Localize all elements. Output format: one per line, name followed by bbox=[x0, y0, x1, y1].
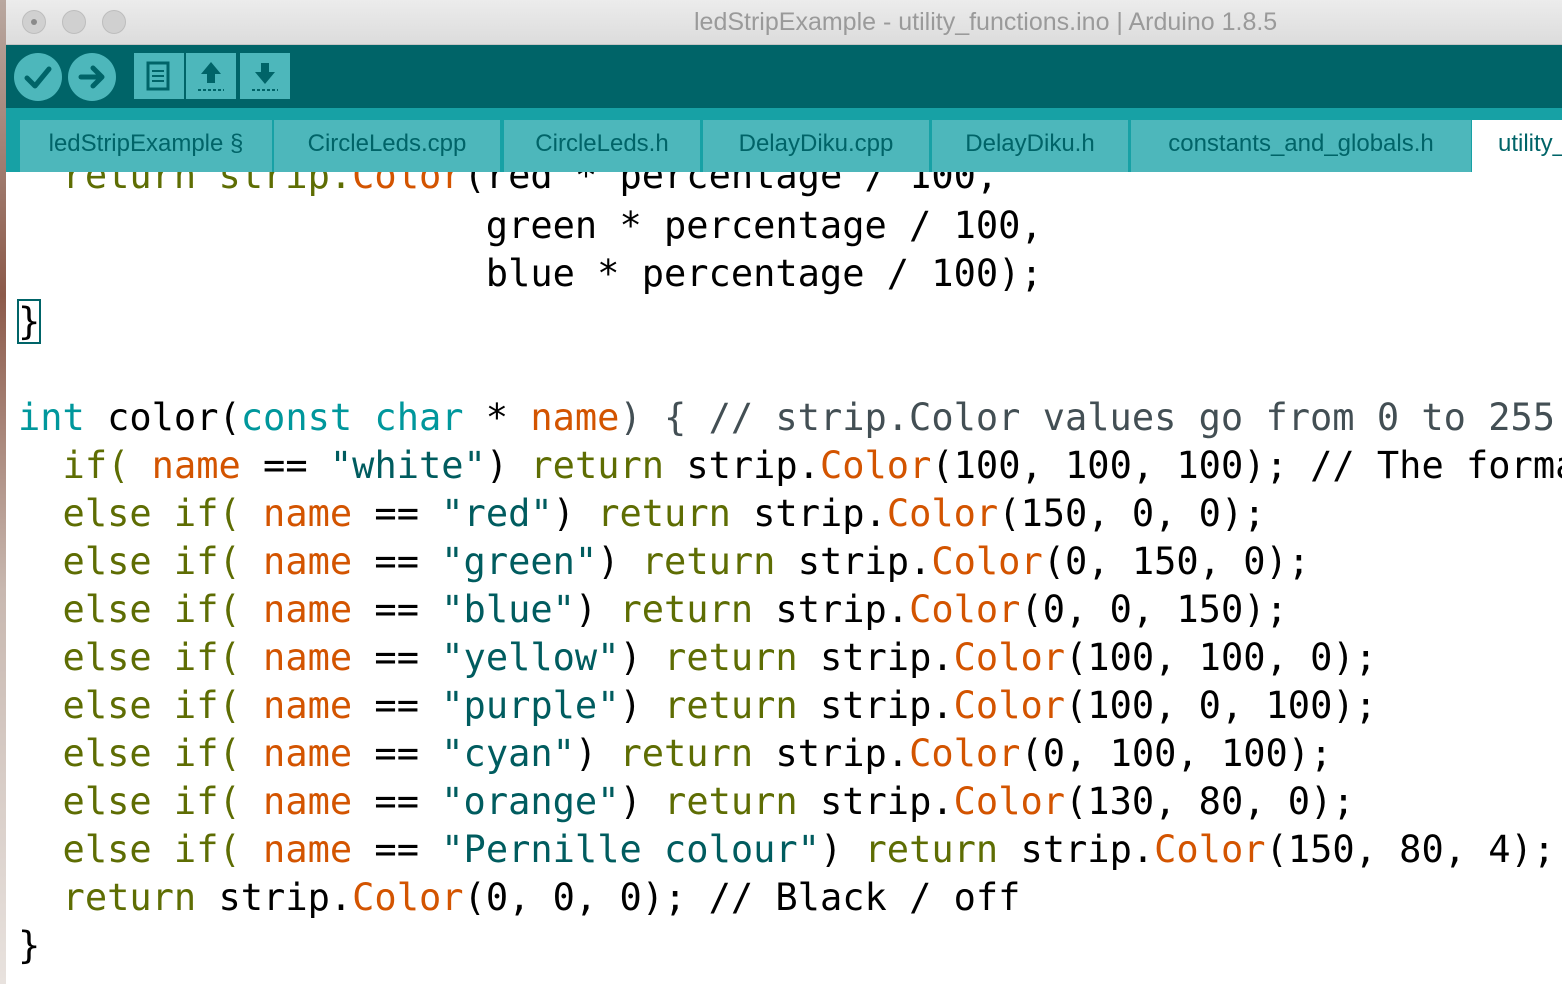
code-line: blue * percentage / 100); bbox=[18, 252, 1043, 295]
code-line: else if( name == "red") return strip.Col… bbox=[18, 492, 1266, 535]
tab-ledstripexample[interactable]: ledStripExample § bbox=[20, 120, 272, 172]
code-line: return strip.Color(0, 0, 0); // Black / … bbox=[18, 876, 1021, 919]
arrow-right-icon bbox=[78, 65, 105, 89]
code-line: green * percentage / 100, bbox=[18, 204, 1043, 247]
tab-circleleds-h[interactable]: CircleLeds.h bbox=[504, 120, 700, 172]
code-line: if( name == "white") return strip.Color(… bbox=[18, 444, 1562, 487]
new-sketch-button[interactable] bbox=[134, 53, 184, 99]
code-line: else if( name == "blue") return strip.Co… bbox=[18, 588, 1288, 631]
open-sketch-button[interactable] bbox=[186, 53, 236, 99]
check-icon bbox=[24, 66, 52, 89]
tab-bar: ledStripExample § CircleLeds.cpp CircleL… bbox=[6, 108, 1562, 172]
code-line: else if( name == "cyan") return strip.Co… bbox=[18, 732, 1333, 775]
verify-button[interactable] bbox=[14, 53, 62, 101]
code-line: else if( name == "green") return strip.C… bbox=[18, 540, 1311, 583]
tab-delaydiku-cpp[interactable]: DelayDiku.cpp bbox=[703, 120, 929, 172]
code-line: else if( name == "yellow") return strip.… bbox=[18, 636, 1377, 679]
code-line: } bbox=[16, 298, 42, 346]
code-line: else if( name == "purple") return strip.… bbox=[18, 684, 1377, 727]
code-editor[interactable]: return strip.Color(red * percentage / 10… bbox=[6, 172, 1562, 984]
code-line: else if( name == "Pernille colour") retu… bbox=[18, 828, 1556, 871]
code-line: return strip.Color(red * percentage / 10… bbox=[18, 172, 999, 197]
upload-button[interactable] bbox=[68, 53, 116, 101]
save-sketch-button[interactable] bbox=[240, 53, 290, 99]
tab-utility-functions[interactable]: utility_ bbox=[1472, 120, 1562, 172]
window-title: ledStripExample - utility_functions.ino … bbox=[694, 8, 1278, 36]
tab-delaydiku-h[interactable]: DelayDiku.h bbox=[932, 120, 1128, 172]
toolbar bbox=[6, 45, 1562, 108]
arrow-down-icon bbox=[252, 63, 278, 91]
tab-circleleds-cpp[interactable]: CircleLeds.cpp bbox=[274, 120, 500, 172]
matching-brace: } bbox=[16, 299, 42, 344]
title-bar: ledStripExample - utility_functions.ino … bbox=[6, 0, 1562, 45]
arrow-up-icon bbox=[198, 62, 224, 91]
new-file-icon bbox=[146, 61, 170, 91]
code-line: } bbox=[18, 924, 41, 967]
tab-constants-and-globals-h[interactable]: constants_and_globals.h bbox=[1131, 120, 1471, 172]
code-line: int color(const char * name) { // strip.… bbox=[18, 396, 1562, 439]
code-line: else if( name == "orange") return strip.… bbox=[18, 780, 1355, 823]
